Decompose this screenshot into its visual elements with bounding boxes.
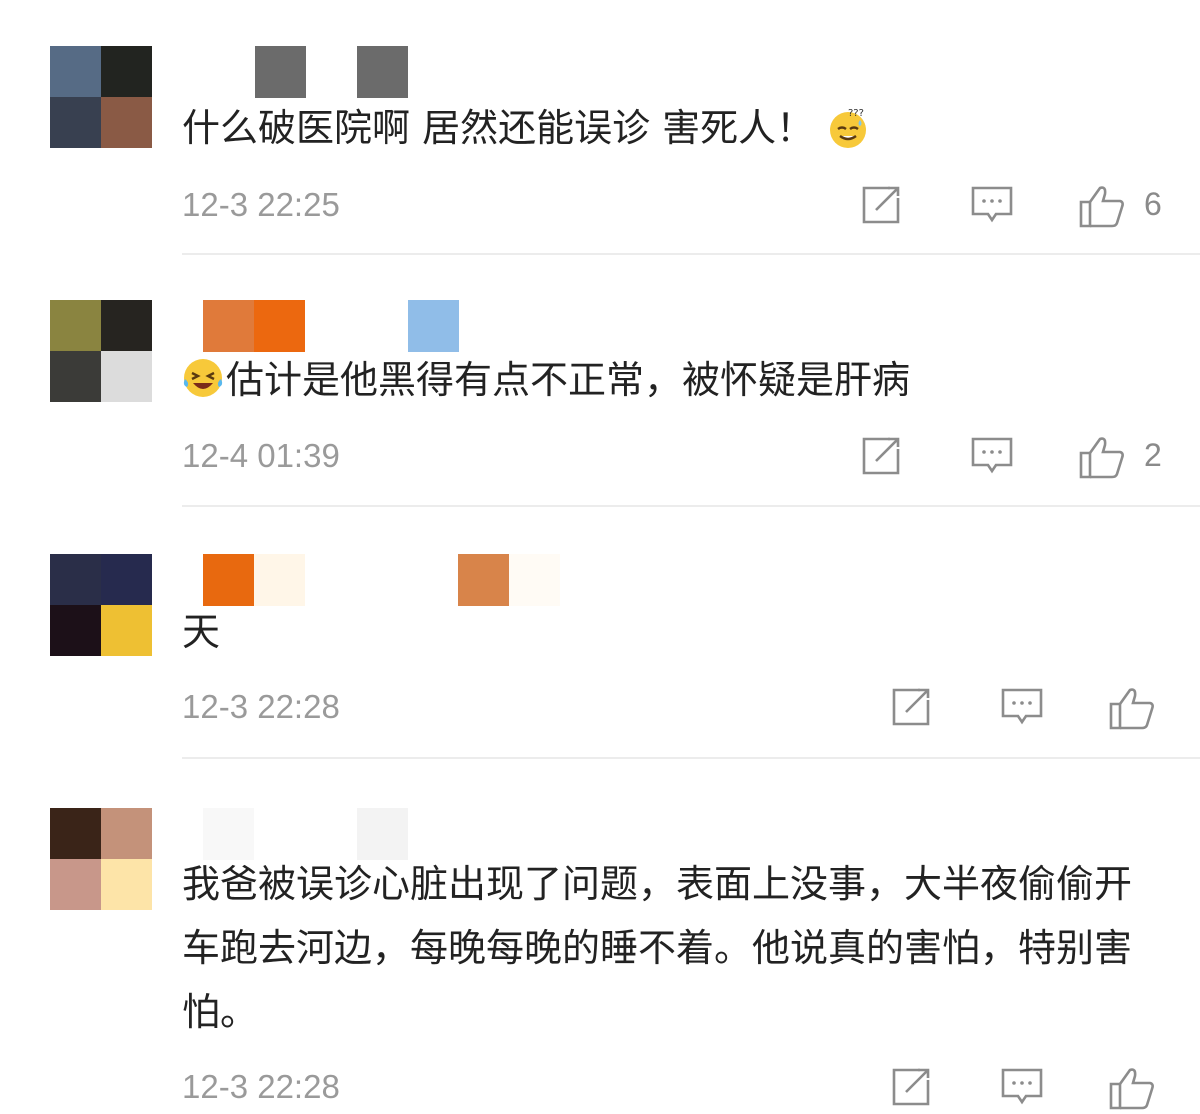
comment-icon bbox=[971, 186, 1013, 223]
avatar-pixel bbox=[101, 605, 152, 656]
avatar-pixel bbox=[50, 554, 101, 605]
like-count: 6 bbox=[1144, 186, 1162, 222]
avatar-pixel bbox=[101, 97, 152, 148]
avatar-pixel bbox=[101, 351, 152, 402]
share-icon bbox=[862, 437, 900, 475]
comment-text: 什么破医院啊 居然还能误诊 害死人！ ??? bbox=[182, 96, 1140, 160]
share-icon bbox=[892, 688, 930, 726]
avatar-pixel bbox=[101, 300, 152, 351]
comment-actions bbox=[0, 1066, 1200, 1112]
comment-actions bbox=[0, 686, 1200, 732]
reply-button[interactable] bbox=[970, 435, 1014, 481]
redaction-block bbox=[357, 46, 408, 98]
reply-button[interactable] bbox=[1000, 686, 1044, 732]
share-button[interactable] bbox=[890, 686, 934, 732]
avatar-pixel bbox=[50, 351, 101, 402]
comment-icon bbox=[1001, 688, 1043, 725]
like-button[interactable] bbox=[1078, 184, 1126, 230]
comment-text: 天 bbox=[182, 600, 1140, 664]
svg-text:???: ??? bbox=[848, 108, 864, 119]
avatar[interactable] bbox=[50, 46, 152, 148]
redaction-block bbox=[203, 554, 254, 606]
like-button[interactable] bbox=[1108, 686, 1156, 732]
like-count: 2 bbox=[1144, 437, 1162, 473]
divider bbox=[182, 505, 1200, 507]
thumbs-up-icon bbox=[1079, 437, 1124, 479]
comment-text: 估计是他黑得有点不正常，被怀疑是肝病 bbox=[182, 348, 1140, 412]
avatar[interactable] bbox=[50, 808, 152, 910]
comment-text: 我爸被误诊心脏出现了问题，表面上没事，大半夜偷偷开车跑去河边，每晚每晚的睡不着。… bbox=[182, 852, 1140, 1044]
avatar-pixel bbox=[50, 859, 101, 910]
comment-actions: 2 bbox=[0, 435, 1200, 481]
divider bbox=[182, 757, 1200, 759]
comment-text-content: 我爸被误诊心脏出现了问题，表面上没事，大半夜偷偷开车跑去河边，每晚每晚的睡不着。… bbox=[182, 862, 1133, 1034]
avatar-pixel bbox=[50, 808, 101, 859]
avatar-pixel bbox=[101, 808, 152, 859]
share-button[interactable] bbox=[890, 1066, 934, 1112]
avatar-pixel bbox=[50, 97, 101, 148]
comment-text-content: 天 bbox=[182, 610, 221, 654]
avatar-pixel bbox=[101, 554, 152, 605]
redaction-block bbox=[458, 554, 509, 606]
redaction-block bbox=[509, 554, 560, 606]
comment-icon bbox=[1001, 1068, 1043, 1105]
reply-button[interactable] bbox=[1000, 1066, 1044, 1112]
redaction-block bbox=[255, 46, 306, 98]
redaction-block bbox=[254, 554, 305, 606]
thumbs-up-icon bbox=[1109, 1068, 1154, 1110]
avatar-pixel bbox=[101, 859, 152, 910]
comment-actions: 6 bbox=[0, 184, 1200, 230]
reply-button[interactable] bbox=[970, 184, 1014, 230]
sweat-question-emoji: ??? bbox=[830, 108, 867, 148]
share-button[interactable] bbox=[860, 435, 904, 481]
thumbs-up-icon bbox=[1079, 186, 1124, 228]
like-button[interactable] bbox=[1078, 435, 1126, 481]
like-button[interactable] bbox=[1108, 1066, 1156, 1112]
avatar-pixel bbox=[50, 300, 101, 351]
laughing-crying-emoji bbox=[183, 359, 223, 397]
avatar[interactable] bbox=[50, 554, 152, 656]
thumbs-up-icon bbox=[1109, 688, 1154, 730]
avatar-pixel bbox=[50, 605, 101, 656]
redaction-block bbox=[408, 300, 459, 352]
comment-text-content: 估计是他黑得有点不正常，被怀疑是肝病 bbox=[226, 358, 911, 402]
share-button[interactable] bbox=[860, 184, 904, 230]
share-icon bbox=[862, 186, 900, 224]
divider bbox=[182, 253, 1200, 255]
redaction-block bbox=[203, 300, 254, 352]
redaction-block bbox=[254, 300, 305, 352]
avatar[interactable] bbox=[50, 300, 152, 402]
avatar-pixel bbox=[101, 46, 152, 97]
comment-text-content: 什么破医院啊 居然还能误诊 害死人！ bbox=[182, 106, 815, 150]
share-icon bbox=[892, 1068, 930, 1106]
comment-icon bbox=[971, 437, 1013, 474]
avatar-pixel bbox=[50, 46, 101, 97]
